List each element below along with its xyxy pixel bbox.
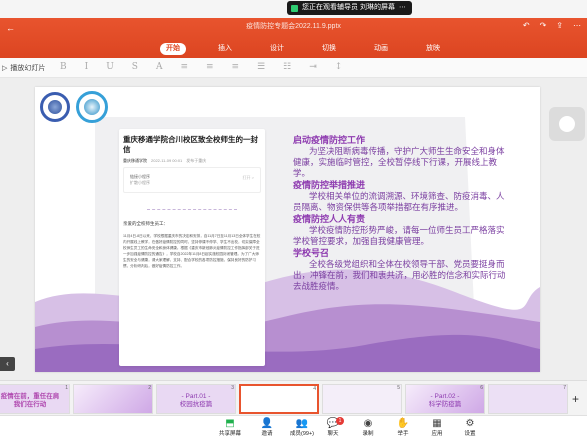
section-heading-4: 学校号召 [293,248,330,258]
redo-icon[interactable]: ↷ [540,21,547,30]
thumbnail-label: - Part.01 - 校园抗疫篇 [179,393,213,408]
format-toolbar: ▷ 播放幻灯片 B I U S A ≡ ≡ ≡ ☰ ☷ ⇥ ↕ [0,58,587,78]
letter-title: 重庆移通学院合川校区致全校师生的一封信 [123,135,258,154]
align-left-icon[interactable]: ≡ [180,62,188,72]
section-heading-1: 启动疫情防控工作 [293,135,366,145]
card-arrow: 打开 > [242,175,254,180]
strikethrough-icon[interactable]: S [132,62,138,72]
slide-thumbnails: 1 疫情在前，重任在肩 我们在行动 2 3 - Part.01 - 校园抗疫篇 … [0,380,587,415]
play-label: 播放幻灯片 [10,65,46,72]
thumbnail-number: 5 [397,385,400,391]
tab-insert[interactable]: 插入 [212,43,238,55]
thumbnail-2[interactable]: 2 [73,384,153,414]
tab-slideshow[interactable]: 放映 [420,43,446,55]
section-text-3: 学校疫情防控形势严峻，请每一位师生员工严格落实学校管控要求，加强自我健康管理。 [293,225,505,246]
thumbnail-5[interactable]: 5 [322,384,402,414]
thumbnail-number: 6 [480,385,483,391]
ribbon-tabs: 开始 插入 设计 切换 动画 放映 [160,43,446,55]
letter-date: 2022-11-09 00:01 [151,158,183,163]
share-icon[interactable]: ⇪ [556,21,563,30]
settings-button[interactable]: ⚙ 设置 [448,418,492,438]
tab-design[interactable]: 设计 [264,43,290,55]
floating-assistant-button[interactable] [549,107,585,141]
titlebar-actions: ↶ ↷ ⇪ ⋯ [523,21,581,30]
more-icon[interactable]: ⋯ [399,1,406,15]
more-options-icon[interactable]: ⋯ [573,21,581,30]
slide-text-content: 启动疫情防控工作 为坚决阻断病毒传播，守护广大师生生命安全和身体健康，实施临时管… [293,135,507,293]
list-icon[interactable]: ☰ [257,62,265,72]
settings-icon: ⚙ [465,418,475,429]
university-logo [40,92,70,122]
chat-badge: 1 [336,417,344,425]
thumbnail-number: 7 [563,385,566,391]
screen-share-text: 您正在观看辅导员 刘琳的屏幕 [302,4,395,11]
line-spacing-icon[interactable]: ↕ [335,62,343,72]
thumbnail-label: 疫情在前，重任在肩 我们在行动 [0,393,60,408]
miniprogram-card: 链接小程序 扩散小程序 打开 > [123,167,261,193]
letter-screenshot: 重庆移通学院合川校区致全校师生的一封信 重庆移通学院 2022-11-09 00… [119,129,265,366]
thumbnail-6[interactable]: 6 - Part.02 - 科学防疫篇 [405,384,485,414]
screen-share-banner: 您正在观看辅导员 刘琳的屏幕 ⋯ [0,0,587,18]
letter-meta: 重庆移通学院 2022-11-09 00:01 发布于重庆 [123,158,206,164]
thumbnail-number: 2 [148,385,151,391]
tab-animation[interactable]: 动画 [368,43,394,55]
letter-divider [147,209,237,211]
align-right-icon[interactable]: ≡ [232,62,240,72]
font-color-icon[interactable]: A [156,62,163,72]
thumbnail-number: 4 [313,386,316,392]
meeting-control-bar: ⬒ 共享屏幕 👤 邀请 👥 成员(99+) 💬 聊天 ◉ 录制 ✋ 举手 ▦ 应… [0,415,587,440]
thumbnail-label: - Part.02 - 科学防疫篇 [428,393,462,408]
thumbnail-number: 3 [231,385,234,391]
settings-label: 设置 [464,431,476,437]
thumbnail-7[interactable]: 7 [488,384,568,414]
screen-share-pill: 您正在观看辅导员 刘琳的屏幕 ⋯ [287,1,412,15]
card-line-2: 扩散小程序 [130,180,150,185]
play-icon: ▷ [2,65,8,72]
format-icons: B I U S A ≡ ≡ ≡ ☰ ☷ ⇥ ↕ [60,62,342,72]
add-slide-button[interactable]: + [572,392,579,406]
tab-home[interactable]: 开始 [160,43,186,55]
italic-icon[interactable]: I [85,62,89,72]
app-titlebar: ← 疫情防控专题会2022.11.9.pptx ↶ ↷ ⇪ ⋯ 开始 插入 设计… [0,18,587,58]
window-title: 疫情防控专题会2022.11.9.pptx [246,23,341,30]
thumbnail-number: 1 [65,385,68,391]
align-center-icon[interactable]: ≡ [206,62,214,72]
letter-greeting: 亲爱的全校师生员工： [123,221,168,226]
thumbnail-3[interactable]: 3 - Part.01 - 校园抗疫篇 [156,384,236,414]
letter-author: 重庆移通学院 [123,158,147,163]
current-slide[interactable]: 重庆移通学院合川校区致全校师生的一封信 重庆移通学院 2022-11-09 00… [35,87,540,372]
underline-icon[interactable]: U [106,62,114,72]
section-heading-2: 疫情防控举措推进 [293,180,366,190]
section-text-1: 为坚决阻断病毒传播，守护广大师生生命安全和身体健康，实施临时管控，全校暂停线下行… [293,146,505,178]
letter-body: 11月4日-8日以来，学校根据重庆市的决定和安排，自11月7日至11月13日全体… [123,234,261,268]
indent-icon[interactable]: ⇥ [309,62,317,72]
bold-icon[interactable]: B [60,62,67,72]
undo-icon[interactable]: ↶ [523,21,530,30]
college-logo [76,91,108,123]
play-slideshow-button[interactable]: ▷ 播放幻灯片 [2,63,45,73]
thumbnail-1[interactable]: 1 疫情在前，重任在肩 我们在行动 [0,384,70,414]
tab-transition[interactable]: 切换 [316,43,342,55]
section-text-4: 全校各级党组织和全体在校领导干部、党员要挺身而出，冲锋在前，我们和衷共济，用必胜… [293,259,506,291]
numbered-list-icon[interactable]: ☷ [283,62,291,72]
thumbnail-4[interactable]: 4 [239,384,319,414]
letter-extra: 发布于重庆 [186,158,207,163]
collapse-panel-button[interactable]: ‹ [0,357,15,371]
section-heading-3: 疫情防控人人有责 [293,214,366,224]
section-text-2: 学校相关单位的流调溯源、环境筛查、防疫消毒、人员隔离、物资保供等各项举措都在有序… [293,191,505,212]
share-indicator-icon [291,4,298,12]
